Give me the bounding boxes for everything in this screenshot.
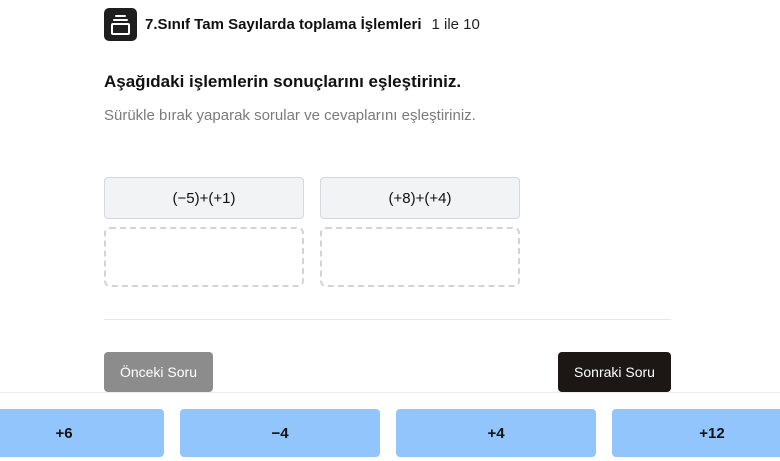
match-pair-2: (+8)+(+4) xyxy=(320,177,520,287)
question-prompt: Aşağıdaki işlemlerin sonuçlarını eşleşti… xyxy=(104,72,462,91)
header: 7.Sınıf Tam Sayılarda toplama İşlemleri … xyxy=(104,8,480,41)
quiz-title: 7.Sınıf Tam Sayılarda toplama İşlemleri xyxy=(145,16,422,33)
answer-drop-zone[interactable] xyxy=(320,227,520,287)
answer-chip[interactable]: −4 xyxy=(180,409,380,457)
answer-chip[interactable]: +12 xyxy=(612,409,780,457)
match-pair-1: (−5)+(+1) xyxy=(104,177,304,287)
expression-card: (+8)+(+4) xyxy=(320,177,520,219)
question-progress: 1 ile 10 xyxy=(431,16,480,33)
stack-icon xyxy=(104,8,137,41)
divider xyxy=(104,319,671,320)
expression-card: (−5)+(+1) xyxy=(104,177,304,219)
answer-drop-zone[interactable] xyxy=(104,227,304,287)
question-hint: Sürükle bırak yaparak sorular ve cevapla… xyxy=(104,107,476,124)
next-question-button[interactable]: Sonraki Soru xyxy=(558,352,671,392)
previous-question-button[interactable]: Önceki Soru xyxy=(104,352,213,392)
answer-chip[interactable]: +4 xyxy=(396,409,596,457)
answer-chip[interactable]: +6 xyxy=(0,409,164,457)
answer-choices-bar: +6 −4 +4 +12 xyxy=(0,392,780,461)
